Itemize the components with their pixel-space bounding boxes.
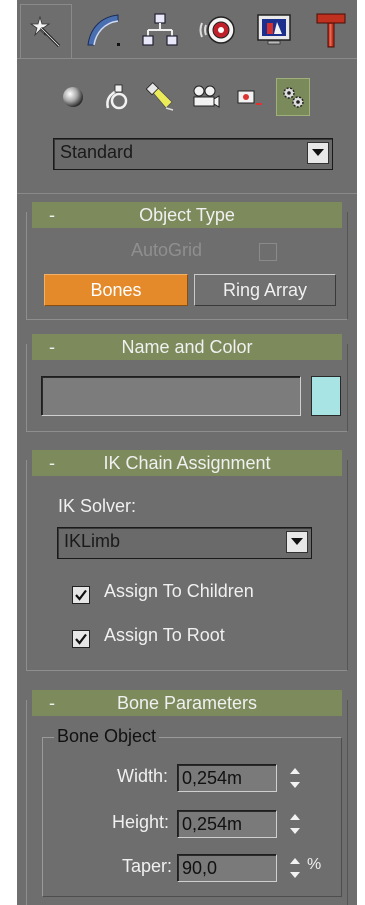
motion-icon xyxy=(199,16,235,44)
taper-value: 90,0 xyxy=(182,858,218,878)
checkmark-icon xyxy=(75,589,87,601)
utilities-hammer-icon xyxy=(316,13,346,48)
bone-parameters-rollout: - Bone Parameters Bone Object Width: 0,2… xyxy=(26,690,348,905)
shapes-icon xyxy=(106,84,128,110)
assign-to-children-label: Assign To Children xyxy=(104,581,254,601)
ik-solver-label: IK Solver: xyxy=(58,496,137,516)
shapes-category-button[interactable] xyxy=(100,78,134,116)
height-label: Height: xyxy=(112,812,170,832)
name-and-color-rollout: - Name and Color xyxy=(26,334,348,432)
helpers-category-button[interactable] xyxy=(232,78,266,116)
systems-gears-icon xyxy=(283,87,304,108)
name-and-color-header[interactable]: - Name and Color xyxy=(32,334,342,360)
spinner-arrows-icon xyxy=(290,768,300,788)
lights-category-button[interactable] xyxy=(144,78,178,116)
command-panel: Standard - Object Type AutoGrid Bones Ri… xyxy=(17,0,357,905)
spinner-arrows-icon xyxy=(290,814,300,834)
sphere-icon xyxy=(63,87,83,107)
create-tab[interactable] xyxy=(20,4,72,58)
ik-chain-assignment-rollout: - IK Chain Assignment IK Solver: IKLimb … xyxy=(26,450,348,671)
object-name-field[interactable] xyxy=(41,376,301,416)
modify-curve-icon xyxy=(87,14,120,46)
object-category-dropdown[interactable]: Standard xyxy=(53,138,333,170)
rollout-title: Bone Parameters xyxy=(116,692,258,713)
rollout-title: Object Type xyxy=(139,204,235,225)
bone-parameters-header[interactable]: - Bone Parameters xyxy=(32,690,342,716)
helper-icon xyxy=(237,90,262,105)
utilities-tab[interactable] xyxy=(305,4,357,56)
assign-to-root-checkbox[interactable] xyxy=(72,630,90,648)
object-color-swatch[interactable] xyxy=(311,376,341,416)
height-spinner[interactable] xyxy=(287,809,303,839)
ring-array-button[interactable]: Ring Array xyxy=(194,274,336,306)
ik-solver-dropdown[interactable]: IKLimb xyxy=(57,527,312,559)
rollout-title: Name and Color xyxy=(121,336,253,357)
collapse-icon: - xyxy=(49,204,55,225)
bone-object-group-title: Bone Object xyxy=(54,726,160,747)
hierarchy-tab[interactable] xyxy=(134,4,186,56)
ring-array-label: Ring Array xyxy=(222,279,308,300)
taper-spinner[interactable] xyxy=(287,853,303,883)
autogrid-label: AutoGrid xyxy=(131,240,203,260)
rollout-title: IK Chain Assignment xyxy=(103,452,271,473)
width-spinner[interactable] xyxy=(287,763,303,793)
dropdown-arrow-icon[interactable] xyxy=(286,531,308,553)
display-monitor-icon xyxy=(257,14,291,45)
width-field[interactable]: 0,254m xyxy=(177,764,277,792)
collapse-icon: - xyxy=(49,692,55,713)
height-value: 0,254m xyxy=(182,814,243,834)
bones-button[interactable]: Bones xyxy=(44,274,188,306)
section-divider xyxy=(17,193,357,194)
checkmark-icon xyxy=(75,633,87,645)
spinner-arrows-icon xyxy=(290,858,300,878)
collapse-icon: - xyxy=(49,452,55,473)
ik-solver-value: IKLimb xyxy=(64,531,121,551)
ik-chain-header[interactable]: - IK Chain Assignment xyxy=(32,450,342,476)
object-type-header[interactable]: - Object Type xyxy=(32,202,342,228)
motion-tab[interactable] xyxy=(191,4,243,56)
cameras-category-button[interactable] xyxy=(188,78,222,116)
geometry-category-button[interactable] xyxy=(56,78,90,116)
autogrid-checkbox[interactable] xyxy=(259,243,277,261)
width-label: Width: xyxy=(117,766,169,786)
dropdown-value: Standard xyxy=(60,142,134,162)
light-icon xyxy=(146,82,174,111)
width-value: 0,254m xyxy=(182,768,243,788)
modify-tab[interactable] xyxy=(77,4,129,56)
camera-icon xyxy=(193,85,220,108)
taper-field[interactable]: 90,0 xyxy=(177,854,277,882)
dropdown-arrow-icon[interactable] xyxy=(307,142,329,164)
bones-label: Bones xyxy=(90,279,142,300)
assign-to-root-label: Assign To Root xyxy=(104,625,225,645)
collapse-icon: - xyxy=(49,336,55,357)
create-star-icon xyxy=(29,15,61,47)
systems-category-button[interactable] xyxy=(276,78,310,116)
assign-to-children-checkbox[interactable] xyxy=(72,586,90,604)
hierarchy-icon xyxy=(142,13,178,46)
display-tab[interactable] xyxy=(248,4,300,56)
height-field[interactable]: 0,254m xyxy=(177,810,277,838)
taper-label: Taper: xyxy=(122,856,173,876)
tab-divider xyxy=(17,58,357,59)
object-type-rollout: - Object Type AutoGrid Bones Ring Array xyxy=(26,202,348,320)
taper-unit-label: % xyxy=(307,856,322,873)
